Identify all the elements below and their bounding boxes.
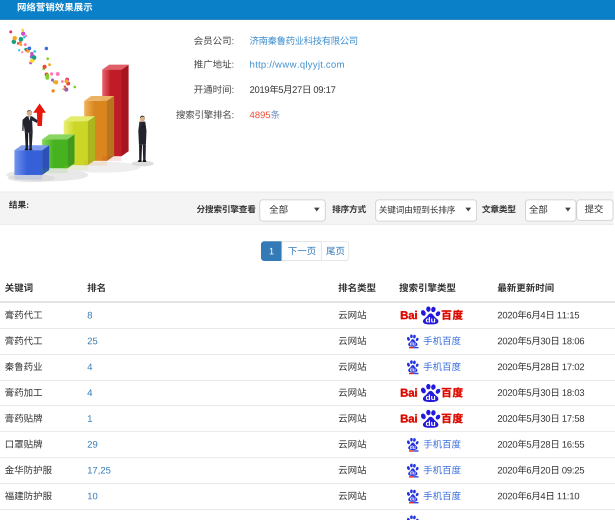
svg-text:du: du (426, 419, 436, 428)
svg-text:du: du (410, 367, 416, 373)
svg-text:du: du (410, 496, 416, 502)
svg-text:du: du (410, 471, 416, 477)
svg-text:du: du (426, 316, 436, 325)
svg-text:du: du (410, 445, 416, 451)
svg-text:du: du (426, 393, 436, 402)
svg-text:du: du (410, 341, 416, 347)
